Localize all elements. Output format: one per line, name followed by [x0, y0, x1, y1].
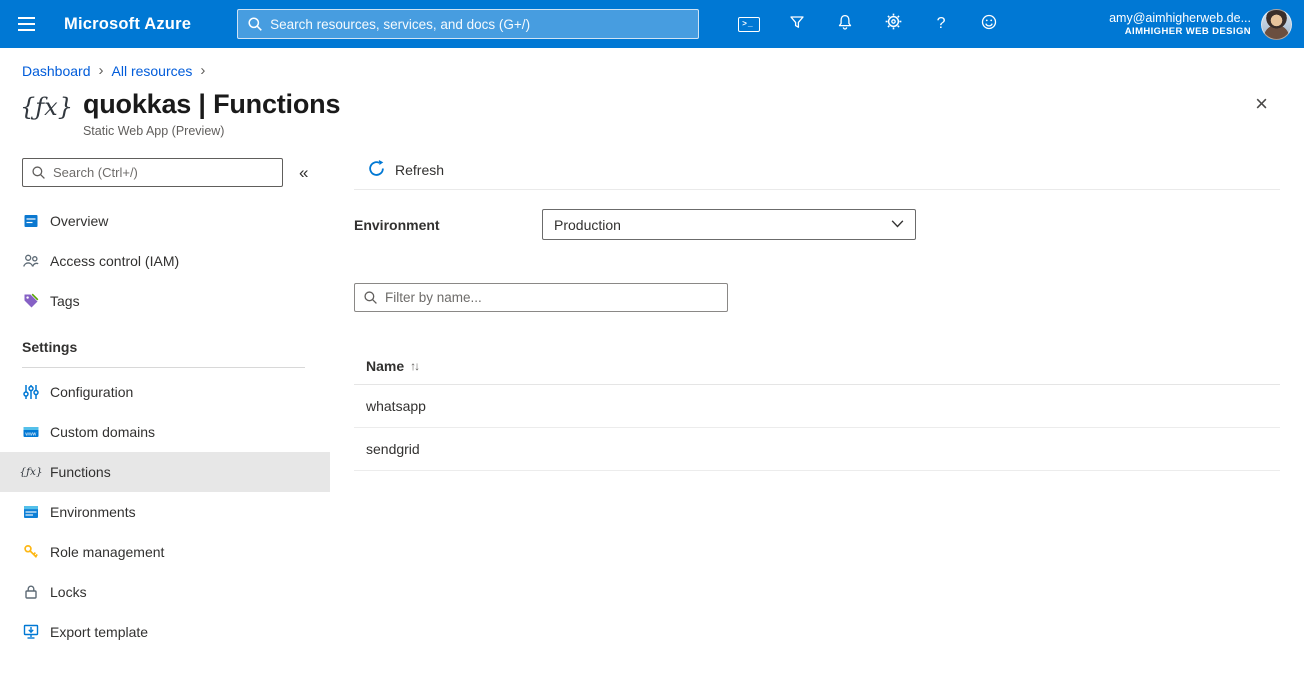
key-icon [22, 543, 40, 561]
section-divider [22, 367, 305, 369]
search-icon [363, 290, 378, 310]
page-subtitle: Static Web App (Preview) [82, 124, 225, 139]
content-area: « Overview Access control (IAM) Tags [0, 150, 1304, 685]
sidebar-item-locks[interactable]: Locks [0, 572, 330, 612]
breadcrumb-link-dashboard[interactable]: Dashboard [22, 63, 91, 79]
account-info[interactable]: amy@aimhigherweb.de... AIMHIGHER WEB DES… [1109, 10, 1251, 39]
sidebar-item-label: Overview [50, 213, 109, 230]
sidebar-item-label: Custom domains [50, 424, 156, 441]
environment-row: Environment Production [354, 209, 1280, 241]
sidebar-item-overview[interactable]: Overview [0, 201, 330, 241]
sidebar-search-input[interactable] [22, 158, 283, 188]
breadcrumb-chevron-icon: › [200, 62, 206, 79]
sidebar-item-label: Functions [50, 464, 111, 481]
directory-filter-button[interactable] [773, 0, 821, 48]
sidebar-item-environments[interactable]: Environments [0, 492, 330, 532]
refresh-label: Refresh [395, 161, 445, 178]
sidebar-item-label: Environments [50, 504, 136, 521]
sidebar-item-label: Access control (IAM) [50, 253, 180, 270]
filter-funnel-icon [788, 13, 806, 36]
www-domain-icon: www [22, 423, 40, 441]
global-search-input[interactable] [237, 9, 700, 39]
tag-icon [22, 292, 40, 310]
sliders-icon [22, 383, 40, 401]
sidebar-item-role-management[interactable]: Role management [0, 532, 330, 572]
help-button[interactable]: ? [917, 0, 965, 48]
global-search [237, 9, 700, 39]
smiley-icon [980, 13, 998, 36]
function-name: whatsapp [366, 398, 426, 415]
table-header-name[interactable]: Name ↑↓ [354, 348, 1280, 386]
page-header: {ƒx} quokkas | Functions Static Web App … [0, 79, 1304, 138]
hamburger-menu-icon[interactable] [0, 0, 52, 48]
search-icon [247, 16, 263, 37]
breadcrumb-chevron-icon: › [98, 62, 104, 79]
sidebar-item-access-control[interactable]: Access control (IAM) [0, 241, 330, 281]
functions-pane: Refresh Environment Production Name ↑↓ [330, 150, 1304, 685]
settings-button[interactable] [869, 0, 917, 48]
overview-icon [22, 212, 40, 230]
help-icon: ? [936, 15, 946, 32]
page-title: quokkas | Functions [82, 89, 341, 119]
sidebar-item-label: Role management [50, 544, 165, 561]
account-email: amy@aimhigherweb.de... [1109, 10, 1251, 25]
sidebar-item-label: Tags [50, 293, 80, 310]
lock-icon [22, 583, 40, 601]
topbar-icon-group: >_ ? [725, 0, 1013, 48]
sidebar-item-configuration[interactable]: Configuration [0, 372, 330, 412]
sort-icon: ↑↓ [410, 359, 420, 374]
search-icon [31, 165, 46, 185]
filter-input[interactable] [354, 283, 728, 313]
command-bar: Refresh [354, 150, 1280, 191]
cloud-shell-icon: >_ [738, 16, 761, 32]
people-icon [22, 252, 40, 270]
table-row[interactable]: sendgrid [354, 428, 1280, 472]
close-button[interactable]: × [1255, 93, 1268, 115]
function-name: sendgrid [366, 441, 420, 458]
cloud-shell-button[interactable]: >_ [725, 0, 773, 48]
bell-icon [836, 13, 854, 36]
functions-table: Name ↑↓ whatsapp sendgrid [354, 348, 1280, 472]
breadcrumb: Dashboard › All resources › [0, 48, 1304, 79]
environment-dropdown[interactable]: Production [542, 209, 916, 241]
sidebar-item-label: Export template [50, 624, 149, 641]
export-download-icon [22, 623, 40, 641]
sidebar-item-tags[interactable]: Tags [0, 281, 330, 321]
account-tenant: AIMHIGHER WEB DESIGN [1124, 25, 1251, 37]
refresh-button[interactable]: Refresh [358, 154, 454, 186]
sidebar-item-functions[interactable]: {ƒx} Functions [0, 452, 330, 493]
window-icon [22, 503, 40, 521]
sidebar-nav: Overview Access control (IAM) Tags Setti… [0, 201, 330, 652]
filter-box [354, 283, 728, 313]
breadcrumb-link-all-resources[interactable]: All resources [112, 63, 193, 79]
column-label: Name [366, 358, 405, 375]
collapse-sidebar-button[interactable]: « [299, 163, 308, 183]
sidebar-item-label: Configuration [50, 384, 134, 401]
sidebar-item-custom-domains[interactable]: www Custom domains [0, 412, 330, 452]
azure-top-bar: Microsoft Azure >_ ? [0, 0, 1304, 48]
environment-label: Environment [354, 216, 440, 233]
avatar[interactable] [1261, 8, 1292, 40]
chevron-down-icon [890, 216, 905, 234]
gear-icon [885, 13, 902, 35]
feedback-button[interactable] [965, 0, 1013, 48]
table-row[interactable]: whatsapp [354, 385, 1280, 429]
azure-brand[interactable]: Microsoft Azure [64, 15, 191, 34]
resource-menu-sidebar: « Overview Access control (IAM) Tags [0, 150, 330, 685]
sidebar-search [22, 158, 283, 188]
environment-selected-value: Production [554, 216, 621, 233]
settings-section-header: Settings [22, 339, 78, 356]
cloud-shell-glyph: >_ [742, 19, 754, 29]
functions-icon: {ƒx} [19, 466, 43, 479]
fx-icon: {ƒx} [20, 93, 73, 121]
notifications-button[interactable] [821, 0, 869, 48]
svg-text:www: www [25, 431, 36, 437]
sidebar-item-export-template[interactable]: Export template [0, 612, 330, 652]
sidebar-item-label: Locks [50, 584, 87, 601]
refresh-icon [368, 159, 385, 180]
